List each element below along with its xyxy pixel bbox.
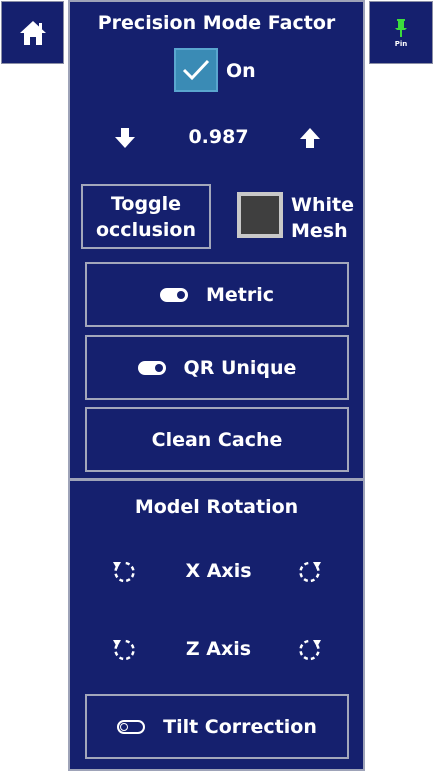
clean-cache-button[interactable]: Clean Cache: [85, 407, 349, 472]
precision-value: 0.987: [188, 126, 249, 148]
tilt-correction-label: Tilt Correction: [163, 715, 317, 738]
precision-on-label: On: [226, 60, 256, 82]
clean-cache-label: Clean Cache: [151, 428, 283, 451]
rotation-title: Model Rotation: [134, 496, 299, 518]
home-icon: [19, 20, 46, 45]
rotation-panel: Model Rotation X Axis Z Axis Tilt Correc…: [68, 478, 365, 771]
rotate-right-x-icon[interactable]: [296, 558, 324, 586]
toggle-on-icon: [159, 287, 188, 302]
white-mesh-line1: White: [291, 194, 354, 216]
toggle-occlusion-line2: occlusion: [95, 218, 197, 241]
white-mesh-line2: Mesh: [291, 220, 348, 242]
metric-label: Metric: [205, 283, 275, 306]
pin-label: Pin: [394, 39, 408, 48]
toggle-off-icon: [117, 719, 146, 734]
pin-icon: [395, 18, 407, 37]
pin-button[interactable]: Pin: [369, 1, 433, 64]
home-button[interactable]: [1, 1, 64, 64]
precision-title: Precision Mode Factor: [97, 12, 336, 34]
toggle-on-icon: [137, 360, 166, 375]
precision-on-checkbox[interactable]: [174, 48, 218, 92]
qr-unique-label: QR Unique: [183, 356, 297, 379]
qr-unique-toggle-button[interactable]: QR Unique: [85, 335, 349, 400]
precision-panel: Precision Mode Factor On 0.987 Toggle oc…: [68, 0, 365, 480]
white-mesh-label: White Mesh: [291, 192, 354, 244]
toggle-occlusion-line1: Toggle: [110, 192, 182, 215]
checkmark-icon: [182, 59, 210, 81]
metric-toggle-button[interactable]: Metric: [85, 262, 349, 327]
white-mesh-checkbox[interactable]: [237, 192, 283, 238]
rotate-right-z-icon[interactable]: [296, 636, 324, 664]
toggle-occlusion-button[interactable]: Toggle occlusion: [81, 184, 211, 249]
tilt-correction-toggle-button[interactable]: Tilt Correction: [85, 694, 349, 759]
increase-arrow-icon[interactable]: [298, 126, 322, 150]
